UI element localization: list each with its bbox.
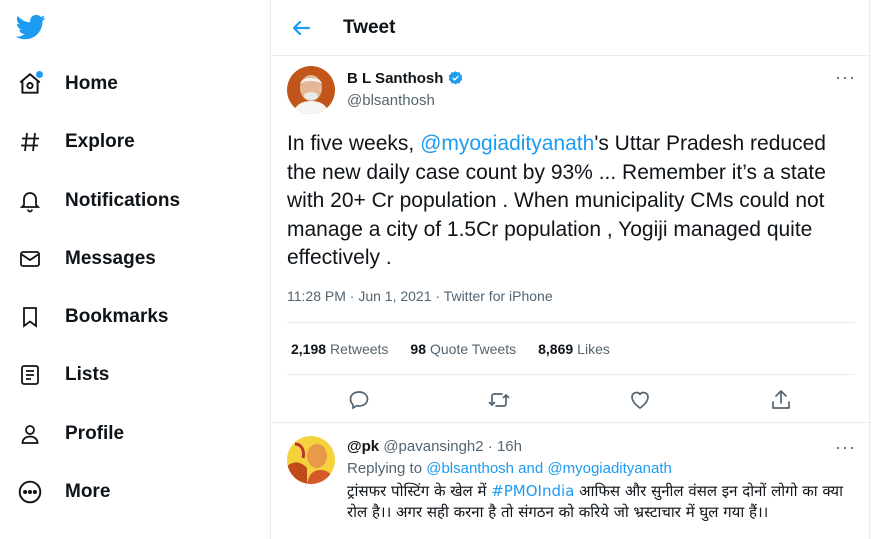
- retweets-stat[interactable]: 2,198 Retweets: [291, 341, 388, 357]
- author-name[interactable]: B L Santhosh: [347, 70, 464, 87]
- mention-link[interactable]: @myogiadityanath: [547, 460, 671, 477]
- replying-label: Replying to: [347, 460, 423, 477]
- retweets-count: 2,198: [291, 341, 327, 357]
- tweet-text: In five weeks, @myogiadityanath's Uttar …: [287, 130, 857, 273]
- like-icon[interactable]: [628, 388, 652, 412]
- retweet-icon[interactable]: [487, 388, 511, 412]
- replying-and: and: [518, 460, 544, 477]
- reply-text: ट्रांसफर पोस्टिंग के खेल में #PMOIndia आ…: [347, 481, 847, 523]
- quote-tweets-stat[interactable]: 98 Quote Tweets: [410, 341, 516, 357]
- reply-header: @pk @pavansingh2 · 16h: [347, 438, 522, 455]
- sidebar-item-home[interactable]: Home: [14, 62, 118, 106]
- reply-icon[interactable]: [347, 388, 371, 412]
- author-name-text: B L Santhosh: [347, 70, 444, 87]
- sidebar-item-label: Explore: [65, 131, 135, 152]
- divider: [287, 322, 855, 323]
- quotes-count: 98: [410, 341, 426, 357]
- main-column: Tweet B L Santhosh @blsanthosh ··· In fi…: [270, 0, 871, 539]
- tweet-timestamp[interactable]: 11:28 PM · Jun 1, 2021 · Twitter for iPh…: [287, 288, 553, 304]
- likes-stat[interactable]: 8,869 Likes: [538, 341, 610, 357]
- divider: [287, 374, 855, 375]
- bookmark-icon: [14, 301, 46, 333]
- notification-dot: [36, 71, 43, 78]
- sidebar-item-label: Lists: [65, 364, 110, 385]
- back-arrow-icon[interactable]: [289, 16, 313, 40]
- share-icon[interactable]: [769, 388, 793, 412]
- bell-icon: [14, 185, 46, 217]
- reply-time[interactable]: · 16h: [488, 438, 522, 455]
- sidebar-item-label: Home: [65, 73, 118, 94]
- page-header: Tweet: [271, 0, 871, 56]
- sidebar-item-notifications[interactable]: Notifications: [14, 179, 180, 223]
- sidebar-item-label: Bookmarks: [65, 306, 169, 327]
- sidebar-item-label: Profile: [65, 423, 125, 444]
- more-circle-icon: [14, 476, 46, 508]
- mention-link[interactable]: @myogiadityanath: [420, 132, 594, 155]
- replying-to: Replying to @blsanthosh and @myogiaditya…: [347, 460, 672, 477]
- page-title: Tweet: [343, 17, 396, 38]
- reply-text-part: ट्रांसफर पोस्टिंग के खेल में: [347, 482, 492, 500]
- quotes-label: Quote Tweets: [429, 341, 517, 357]
- sidebar-item-label: Notifications: [65, 190, 181, 211]
- sidebar-item-bookmarks[interactable]: Bookmarks: [14, 295, 169, 339]
- reply-avatar[interactable]: [287, 436, 335, 484]
- author-handle[interactable]: @blsanthosh: [347, 92, 435, 109]
- sidebar-item-explore[interactable]: Explore: [14, 120, 135, 164]
- sidebar: Home Explore Notifications Messages Book…: [0, 0, 270, 539]
- sidebar-item-messages[interactable]: Messages: [14, 237, 156, 281]
- divider: [271, 422, 871, 423]
- mention-link[interactable]: @blsanthosh: [426, 460, 514, 477]
- tweet-more-icon[interactable]: ···: [835, 68, 856, 86]
- hashtag-link[interactable]: #PMOIndia: [491, 482, 574, 500]
- retweets-label: Retweets: [330, 341, 389, 357]
- envelope-icon: [14, 243, 46, 275]
- tweet-stats: 2,198 Retweets 98 Quote Tweets 8,869 Likes: [291, 341, 632, 357]
- verified-badge-icon: [449, 71, 463, 85]
- sidebar-item-label: Messages: [65, 248, 156, 269]
- sidebar-item-more[interactable]: More: [14, 470, 110, 514]
- hashtag-icon: [14, 126, 46, 158]
- reply-author-name[interactable]: @pk: [347, 438, 379, 455]
- likes-label: Likes: [577, 341, 610, 357]
- person-icon: [14, 418, 46, 450]
- tweet-text-part: In five weeks,: [287, 132, 421, 155]
- likes-count: 8,869: [538, 341, 574, 357]
- home-icon: [14, 68, 46, 100]
- sidebar-item-profile[interactable]: Profile: [14, 412, 124, 456]
- reply-more-icon[interactable]: ···: [835, 438, 856, 456]
- sidebar-item-lists[interactable]: Lists: [14, 353, 109, 397]
- author-avatar[interactable]: [287, 66, 335, 114]
- sidebar-item-label: More: [65, 481, 111, 502]
- twitter-logo-icon[interactable]: [16, 12, 46, 42]
- list-icon: [14, 359, 46, 391]
- reply-author-handle[interactable]: @pavansingh2: [383, 438, 483, 455]
